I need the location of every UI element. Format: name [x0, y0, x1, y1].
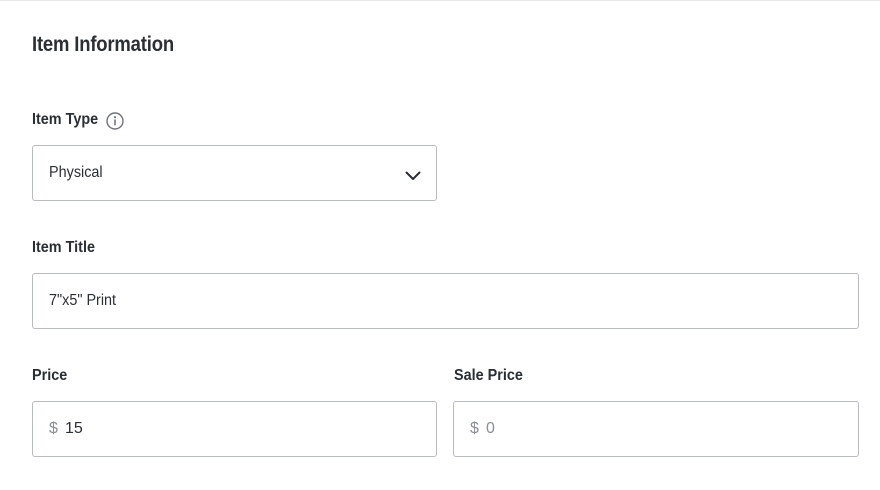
price-value: 15 [65, 420, 83, 437]
sale-price-label: Sale Price [454, 367, 523, 384]
sale-price-currency-symbol: $ [470, 420, 479, 437]
info-icon[interactable] [106, 112, 124, 130]
item-title-input[interactable]: 7"x5" Print [32, 273, 859, 329]
price-label: Price [32, 367, 68, 384]
section-title: Item Information [32, 33, 174, 56]
item-title-value: 7"x5" Print [49, 292, 117, 309]
price-currency-symbol: $ [49, 420, 58, 437]
item-type-selected-value: Physical [49, 164, 103, 181]
sale-price-placeholder: 0 [486, 420, 495, 437]
item-type-select[interactable]: Physical [32, 145, 437, 201]
item-type-label: Item Type [32, 111, 99, 128]
item-title-label: Item Title [32, 239, 95, 256]
sale-price-input[interactable]: $ 0 [453, 401, 859, 457]
chevron-down-icon[interactable] [405, 168, 421, 180]
top-divider [0, 0, 880, 1]
price-input[interactable]: $ 15 [32, 401, 437, 457]
